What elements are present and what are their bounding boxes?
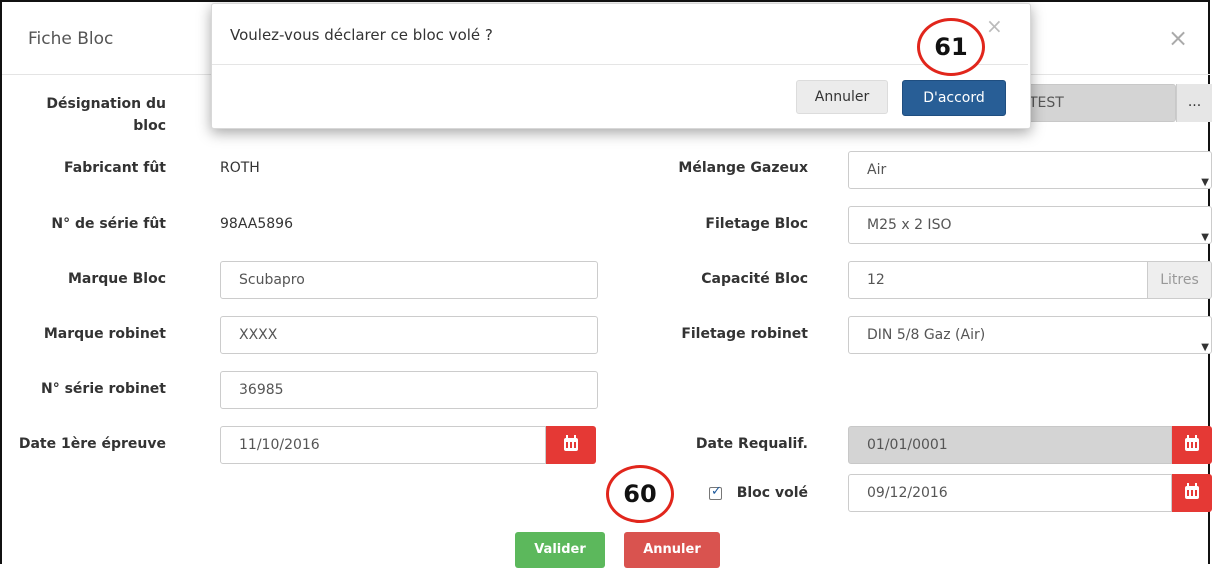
modal-title: Fiche Bloc	[28, 29, 114, 49]
serie-robinet-label: N° série robinet	[41, 381, 166, 397]
filetage-robinet-label: Filetage robinet	[681, 326, 808, 342]
callout-60: 60	[606, 465, 674, 523]
designation-browse-button[interactable]: ...	[1176, 84, 1212, 122]
capacite-input[interactable]: 12	[848, 261, 1148, 299]
confirm-dialog: Voulez-vous déclarer ce bloc volé ? × An…	[211, 3, 1031, 129]
bloc-vole-calendar-button[interactable]	[1172, 474, 1212, 512]
filetage-bloc-label: Filetage Bloc	[705, 216, 808, 232]
melange-label: Mélange Gazeux	[678, 160, 808, 176]
date-epreuve-label: Date 1ère épreuve	[18, 436, 166, 452]
calendar-icon	[1185, 435, 1199, 451]
capacite-unit: Litres	[1148, 261, 1212, 299]
dialog-ok-button[interactable]: D'accord	[902, 80, 1006, 116]
bloc-vole-checkbox[interactable]: ✓	[709, 484, 722, 500]
callout-61: 61	[917, 18, 985, 76]
marque-robinet-input[interactable]: XXXX	[220, 316, 598, 354]
filetage-bloc-select[interactable]: M25 x 2 ISO ▼	[848, 206, 1212, 244]
bloc-vole-date-input[interactable]: 09/12/2016	[848, 474, 1172, 512]
annuler-button[interactable]: Annuler	[624, 532, 720, 568]
capacite-label: Capacité Bloc	[701, 271, 808, 287]
serie-fut-label: N° de série fût	[51, 216, 166, 232]
marque-robinet-label: Marque robinet	[43, 326, 166, 342]
serie-robinet-input[interactable]: 36985	[220, 371, 598, 409]
date-epreuve-calendar-button[interactable]	[546, 426, 596, 464]
serie-fut-value: 98AA5896	[220, 216, 293, 232]
close-icon[interactable]: ×	[986, 14, 1003, 38]
date-requalif-label: Date Requalif.	[695, 436, 808, 452]
chevron-down-icon: ▼	[1201, 342, 1209, 353]
calendar-icon	[564, 435, 578, 451]
bloc-vole-label: Bloc volé	[736, 485, 808, 501]
valider-button[interactable]: Valider	[515, 532, 605, 568]
check-icon: ✓	[711, 484, 722, 499]
date-requalif-calendar-button[interactable]	[1172, 426, 1212, 464]
chevron-down-icon: ▼	[1201, 232, 1209, 243]
melange-select[interactable]: Air ▼	[848, 151, 1212, 189]
marque-bloc-label: Marque Bloc	[67, 271, 166, 287]
designation-label: Désignation du bloc	[46, 96, 166, 134]
date-epreuve-input[interactable]: 11/10/2016	[220, 426, 546, 464]
chevron-down-icon: ▼	[1201, 177, 1209, 188]
fabricant-fut-label: Fabricant fût	[64, 160, 166, 176]
confirm-message: Voulez-vous déclarer ce bloc volé ?	[230, 26, 493, 44]
filetage-robinet-select[interactable]: DIN 5/8 Gaz (Air) ▼	[848, 316, 1212, 354]
date-requalif-input[interactable]: 01/01/0001	[848, 426, 1172, 464]
dialog-divider	[212, 64, 1028, 65]
marque-bloc-input[interactable]: Scubapro	[220, 261, 598, 299]
designation-input[interactable]: TEST	[1010, 84, 1176, 122]
dialog-cancel-button[interactable]: Annuler	[796, 80, 888, 114]
calendar-icon	[1185, 483, 1199, 499]
close-icon[interactable]: ×	[1168, 24, 1188, 52]
fabricant-fut-value: ROTH	[220, 160, 260, 176]
